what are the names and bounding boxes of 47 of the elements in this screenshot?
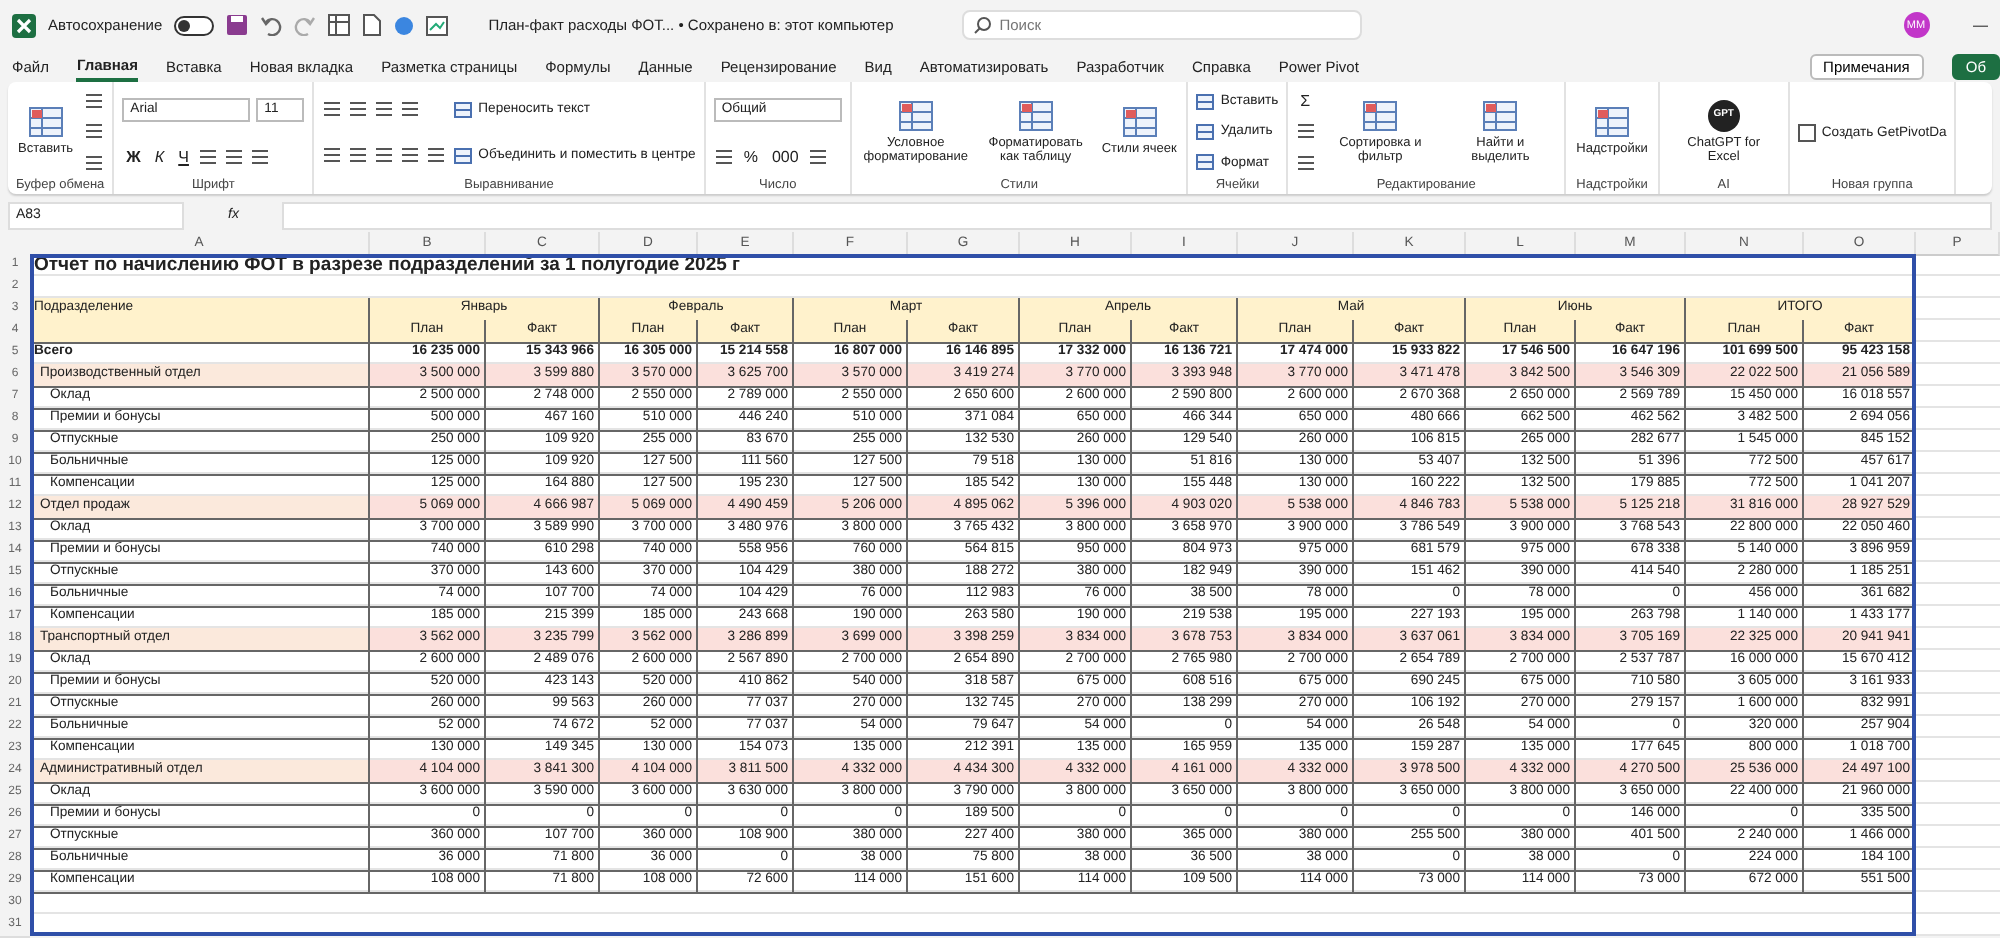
document-icon[interactable]	[362, 14, 383, 36]
table-icon[interactable]	[328, 14, 351, 36]
table-icon	[1017, 99, 1054, 132]
italic-button[interactable]: К	[150, 147, 169, 166]
chart-icon[interactable]	[426, 15, 449, 35]
lines-icon[interactable]	[374, 146, 395, 164]
lines-icon[interactable]	[1296, 122, 1317, 141]
lines-icon[interactable]	[83, 122, 104, 141]
lines-icon[interactable]	[1296, 153, 1317, 172]
lines-icon[interactable]	[808, 147, 829, 166]
table-icon	[454, 147, 473, 163]
table-icon	[1196, 93, 1215, 110]
search-icon	[973, 16, 992, 34]
ribbon-button[interactable]: Σ	[1296, 92, 1315, 111]
table-icon	[1196, 123, 1215, 140]
lines-icon[interactable]	[322, 100, 343, 118]
underline-button[interactable]: Ч	[174, 147, 193, 166]
autosave-toggle[interactable]	[174, 15, 215, 35]
undo-icon[interactable]	[260, 14, 283, 36]
lines-icon[interactable]	[83, 153, 104, 172]
excel-logo-icon	[12, 13, 36, 37]
lines-icon[interactable]	[198, 147, 219, 166]
table-icon	[1196, 154, 1215, 171]
formula-field[interactable]	[282, 201, 1992, 229]
table-icon	[1594, 106, 1630, 139]
lines-icon[interactable]	[426, 146, 447, 164]
lines-icon[interactable]	[224, 147, 245, 166]
lines-icon[interactable]	[400, 100, 421, 118]
table-icon	[1362, 99, 1399, 132]
bold-button[interactable]: Ж	[122, 147, 145, 166]
lines-icon[interactable]	[250, 147, 271, 166]
table-icon	[27, 106, 64, 139]
lines-icon[interactable]	[348, 100, 369, 118]
table-icon	[1121, 106, 1158, 139]
ribbon-button[interactable]: %	[739, 147, 762, 166]
lines-icon[interactable]	[348, 146, 369, 164]
table-icon	[1482, 99, 1519, 132]
lines-icon[interactable]	[713, 147, 734, 166]
lines-icon[interactable]	[83, 92, 104, 111]
lines-icon[interactable]	[400, 146, 421, 164]
table-icon	[454, 101, 473, 117]
ribbon-button[interactable]: 000	[767, 147, 803, 166]
circle-icon[interactable]	[394, 15, 415, 35]
lines-icon[interactable]	[374, 100, 395, 118]
save-icon[interactable]	[226, 14, 249, 36]
lines-icon[interactable]	[322, 146, 343, 164]
table-icon	[897, 99, 934, 132]
